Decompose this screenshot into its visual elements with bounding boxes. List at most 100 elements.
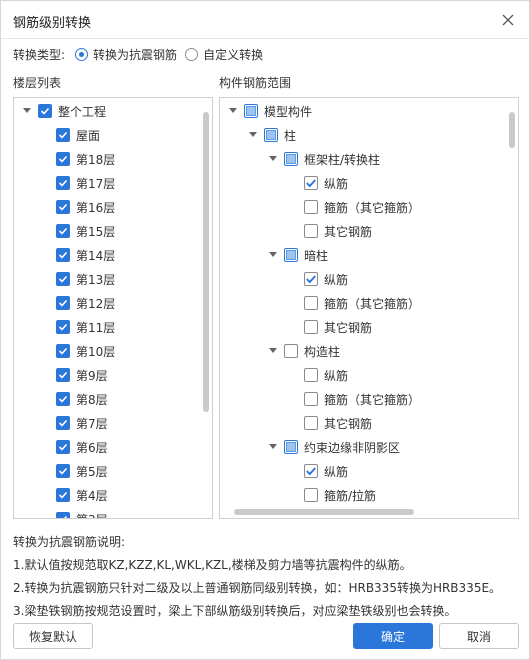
floor-tree-item[interactable]: 第12层 xyxy=(56,291,115,315)
expand-arrow-icon[interactable] xyxy=(268,442,278,452)
description-line-3: 3.梁垫铁钢筋按规范设置时，梁上下部纵筋级别转换后，对应梁垫铁级别也会转换。 xyxy=(13,604,457,618)
tree-item-checkbox[interactable] xyxy=(304,272,318,286)
tree-item-checkbox[interactable] xyxy=(304,320,318,334)
component-tree-item[interactable]: 箍筋（其它箍筋） xyxy=(304,291,420,315)
tree-item-checkbox[interactable] xyxy=(56,176,70,190)
component-tree-item[interactable]: 其它钢筋 xyxy=(304,219,372,243)
tree-item-checkbox[interactable] xyxy=(38,104,52,118)
tree-item-checkbox[interactable] xyxy=(56,344,70,358)
floor-tree-item[interactable]: 屋面 xyxy=(56,123,100,147)
ok-button[interactable]: 确定 xyxy=(353,623,433,649)
tree-item-checkbox[interactable] xyxy=(56,368,70,382)
floor-tree-item[interactable]: 第3层 xyxy=(56,507,108,518)
radio-seismic-conversion[interactable]: 转换为抗震钢筋 xyxy=(75,46,177,63)
component-tree-item[interactable]: 框架柱/转换柱 xyxy=(268,147,380,171)
tree-item-checkbox[interactable] xyxy=(56,464,70,478)
tree-item-checkbox[interactable] xyxy=(56,248,70,262)
tree-item-checkbox[interactable] xyxy=(284,440,298,454)
component-tree-item[interactable]: 纵筋 xyxy=(304,363,348,387)
tree-item-checkbox[interactable] xyxy=(304,176,318,190)
radio-seismic-indicator[interactable] xyxy=(75,47,89,61)
radio-custom-conversion[interactable]: 自定义转换 xyxy=(185,46,263,63)
cancel-button[interactable]: 取消 xyxy=(439,623,519,649)
component-range-tree[interactable]: 模型构件柱框架柱/转换柱 纵筋 箍筋（其它箍筋） 其它钢筋 暗柱 纵筋 箍筋（其它箍筋） 其它… xyxy=(219,97,519,519)
tree-item-checkbox[interactable] xyxy=(304,200,318,214)
tree-item-checkbox[interactable] xyxy=(56,200,70,214)
reset-defaults-button[interactable]: 恢复默认 xyxy=(13,623,93,649)
floor-tree-item[interactable]: 第17层 xyxy=(56,171,115,195)
component-tree-item[interactable]: 其它钢筋 xyxy=(304,411,372,435)
tree-item-label: 纵筋 xyxy=(324,272,349,287)
tree-item-label: 第10层 xyxy=(76,344,116,359)
floor-tree-item[interactable]: 第11层 xyxy=(56,315,115,339)
component-tree-item[interactable]: 纵筋 xyxy=(304,171,348,195)
tree-item-checkbox[interactable] xyxy=(304,296,318,310)
tree-item-checkbox[interactable] xyxy=(56,512,70,518)
tree-item-checkbox[interactable] xyxy=(56,128,70,142)
tree-item-checkbox[interactable] xyxy=(304,224,318,238)
tree-item-checkbox[interactable] xyxy=(304,488,318,502)
floor-tree-item[interactable]: 第7层 xyxy=(56,411,108,435)
component-tree-item[interactable]: 纵筋 xyxy=(304,459,348,483)
floor-tree-item[interactable]: 第14层 xyxy=(56,243,115,267)
tree-item-checkbox[interactable] xyxy=(56,224,70,238)
expand-arrow-icon[interactable] xyxy=(268,346,278,356)
close-button[interactable] xyxy=(499,11,517,29)
tree-item-checkbox[interactable] xyxy=(56,320,70,334)
tree-item-checkbox[interactable] xyxy=(56,392,70,406)
floor-tree-item[interactable]: 第4层 xyxy=(56,483,108,507)
close-icon xyxy=(502,14,514,26)
tree-item-checkbox[interactable] xyxy=(56,152,70,166)
tree-item-checkbox[interactable] xyxy=(284,152,298,166)
expand-arrow-icon[interactable] xyxy=(268,154,278,164)
conversion-type-label: 转换类型: xyxy=(13,47,66,62)
component-tree-item[interactable]: 箍筋（其它箍筋） xyxy=(304,195,420,219)
tree-item-checkbox[interactable] xyxy=(284,248,298,262)
tree-item-checkbox[interactable] xyxy=(244,104,258,118)
floor-tree-item[interactable]: 第6层 xyxy=(56,435,108,459)
floor-list-tree[interactable]: 整个工程屋面第18层第17层第16层 第15层 第14层 第13层 第12层 第11层第1… xyxy=(13,97,213,519)
tree-item-checkbox[interactable] xyxy=(264,128,278,142)
expand-arrow-icon[interactable] xyxy=(248,130,258,140)
tree-item-checkbox[interactable] xyxy=(56,488,70,502)
tree-item-checkbox[interactable] xyxy=(56,296,70,310)
component-tree-item[interactable]: 箍筋/拉筋 xyxy=(304,483,376,507)
floor-tree-item[interactable]: 第10层 xyxy=(56,339,115,363)
floor-tree-item[interactable]: 第16层 xyxy=(56,195,115,219)
tree-item-checkbox[interactable] xyxy=(304,368,318,382)
tree-item-label: 第17层 xyxy=(76,176,116,191)
component-tree-item[interactable]: 柱 xyxy=(248,123,296,147)
component-tree-item[interactable]: 纵筋 xyxy=(304,267,348,291)
conversion-description: 转换为抗震钢筋说明: 1.默认值按规范取KZ,KZZ,KL,WKL,KZL,楼梯… xyxy=(13,531,501,623)
floor-tree-item[interactable]: 整个工程 xyxy=(22,99,106,123)
tree-item-checkbox[interactable] xyxy=(304,416,318,430)
tree-item-label: 构造柱 xyxy=(304,344,341,359)
component-tree-item[interactable]: 箍筋（其它箍筋） xyxy=(304,387,420,411)
floor-tree-item[interactable]: 第5层 xyxy=(56,459,108,483)
tree-item-label: 屋面 xyxy=(76,128,101,143)
floor-tree-item[interactable]: 第18层 xyxy=(56,147,115,171)
component-tree-item[interactable]: 约束边缘非阴影区 xyxy=(268,435,400,459)
tree-item-checkbox[interactable] xyxy=(56,272,70,286)
floor-tree-item[interactable]: 第13层 xyxy=(56,267,115,291)
tree-item-checkbox[interactable] xyxy=(304,464,318,478)
component-tree-item[interactable]: 其它钢筋 xyxy=(304,315,372,339)
component-tree-item[interactable]: 暗柱 xyxy=(268,243,328,267)
floor-tree-item[interactable]: 第8层 xyxy=(56,387,108,411)
tree-item-checkbox[interactable] xyxy=(56,416,70,430)
floor-list-scrollbar[interactable] xyxy=(203,112,209,412)
component-tree-item[interactable]: 构造柱 xyxy=(268,339,340,363)
expand-arrow-icon[interactable] xyxy=(268,250,278,260)
radio-custom-indicator[interactable] xyxy=(185,47,199,61)
component-range-vscrollbar[interactable] xyxy=(509,112,515,148)
tree-item-checkbox[interactable] xyxy=(284,344,298,358)
tree-item-checkbox[interactable] xyxy=(304,392,318,406)
floor-tree-item[interactable]: 第9层 xyxy=(56,363,108,387)
expand-arrow-icon[interactable] xyxy=(22,106,32,116)
floor-tree-item[interactable]: 第15层 xyxy=(56,219,115,243)
component-tree-item[interactable]: 模型构件 xyxy=(228,99,312,123)
tree-item-checkbox[interactable] xyxy=(56,440,70,454)
component-range-hscrollbar[interactable] xyxy=(234,509,414,515)
tree-item-label: 柱 xyxy=(284,128,297,143)
expand-arrow-icon[interactable] xyxy=(228,106,238,116)
